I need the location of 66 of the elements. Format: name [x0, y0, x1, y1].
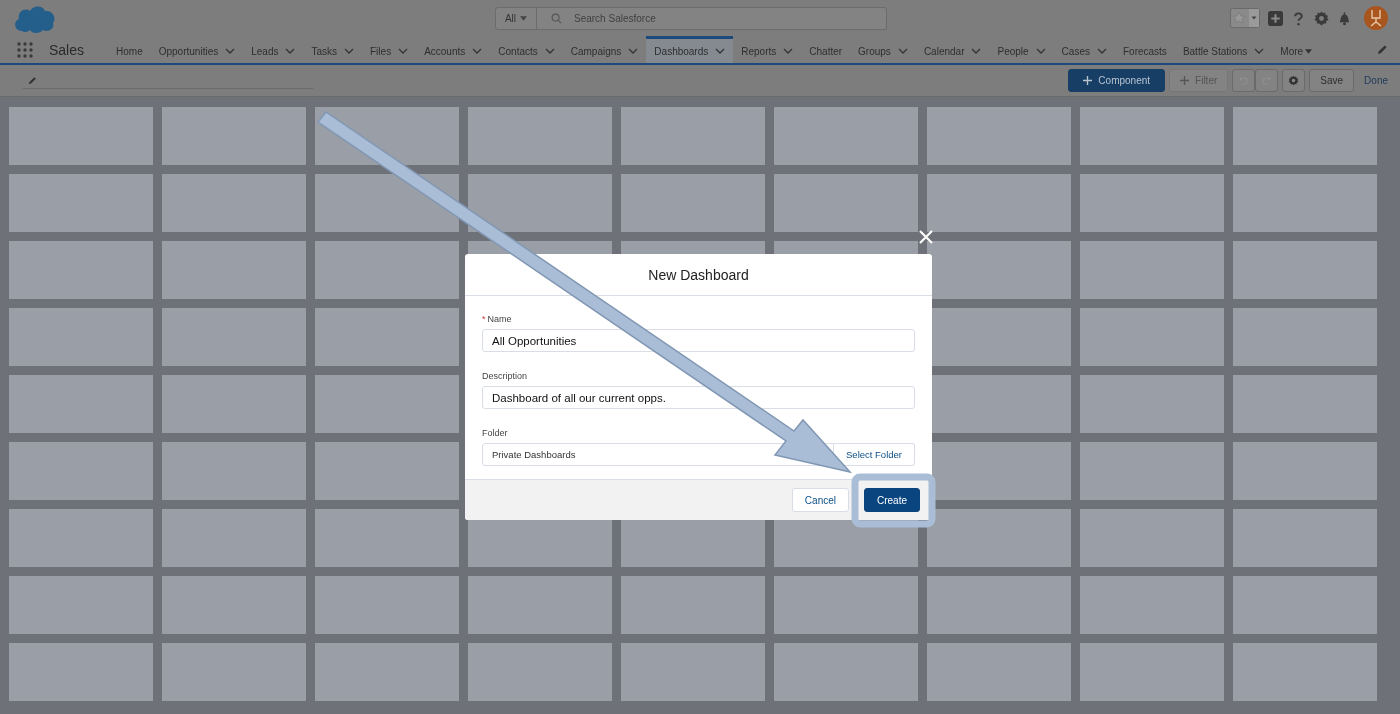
chevron-icon [715, 48, 726, 54]
field-label: Description [482, 371, 529, 381]
plus-icon [1083, 76, 1093, 85]
save-button[interactable]: Save [1309, 69, 1355, 92]
nav-tab[interactable]: More [1272, 36, 1321, 63]
close-icon[interactable] [919, 230, 933, 244]
chevron-icon [398, 48, 409, 54]
nav-tab[interactable]: Chatter [801, 36, 851, 63]
chevron-icon [971, 48, 982, 54]
nav-tab[interactable]: Reports [733, 36, 802, 63]
app-name: Sales [49, 41, 85, 58]
search-field[interactable]: Search Salesforce [537, 6, 887, 30]
nav-tab[interactable]: Leads [243, 36, 304, 63]
select-folder-button[interactable]: Select Folder [834, 443, 915, 466]
edit-nav-icon[interactable] [1377, 44, 1388, 55]
chevron-icon [285, 48, 296, 54]
chevron-icon [1096, 48, 1107, 54]
chevron-icon [1035, 48, 1046, 54]
add-icon[interactable] [1268, 10, 1283, 26]
done-button[interactable]: Done [1358, 75, 1390, 86]
help-icon[interactable] [1291, 10, 1306, 26]
app-launcher-icon[interactable] [17, 41, 33, 58]
nav-tab[interactable]: Home [108, 36, 151, 63]
nav-tab[interactable]: Campaigns [562, 36, 647, 63]
add-component-button[interactable]: Component [1068, 69, 1166, 92]
chevron-icon [472, 48, 483, 54]
gear-icon [1288, 75, 1300, 86]
plus-icon [1180, 76, 1190, 85]
chevron-icon [897, 48, 908, 54]
settings-icon[interactable] [1314, 10, 1329, 26]
nav-tab[interactable]: Cases [1053, 36, 1115, 63]
caret-icon [1305, 48, 1313, 54]
search-icon [551, 12, 562, 24]
cancel-button[interactable]: Cancel [791, 488, 849, 512]
nav-tab[interactable]: People [989, 36, 1054, 63]
nav-tab[interactable]: Opportunities [150, 36, 244, 63]
redo-button[interactable] [1255, 69, 1279, 92]
nav-tab[interactable]: Battle Stations [1174, 36, 1273, 63]
nav-tab[interactable]: Accounts [416, 36, 491, 63]
edit-title-icon[interactable] [28, 76, 37, 85]
chevron-icon [225, 48, 236, 54]
nav-tab[interactable]: Contacts [490, 36, 563, 63]
chevron-icon [1254, 48, 1265, 54]
chevron-icon [783, 48, 794, 54]
chevron-icon [544, 48, 555, 54]
search-scope-dropdown[interactable]: All [495, 6, 537, 30]
caret-icon [520, 15, 528, 21]
nav-tab[interactable]: Tasks [303, 36, 362, 63]
text-field[interactable]: All Opportunities [482, 329, 915, 352]
nav-tab[interactable]: Dashboards [646, 36, 734, 63]
nav-tab[interactable]: Forecasts [1114, 36, 1175, 63]
nav-tab[interactable]: Groups [850, 36, 916, 63]
chevron-icon [628, 48, 639, 54]
settings-button[interactable] [1282, 69, 1306, 92]
field-label: * Name [482, 314, 513, 324]
favorites-icon[interactable] [1230, 8, 1260, 28]
avatar-icon[interactable] [1364, 6, 1388, 30]
nav-tab[interactable]: Calendar [915, 36, 990, 63]
undo-button[interactable] [1232, 69, 1256, 92]
field-label: Folder [482, 428, 509, 438]
nav-tab[interactable]: Files [362, 36, 417, 63]
chevron-icon [344, 48, 354, 54]
create-button[interactable]: Create [864, 488, 920, 512]
notifications-icon[interactable] [1337, 10, 1352, 26]
text-field[interactable]: Dashboard of all our current opps. [482, 386, 915, 409]
dialog-title: New Dashboard [648, 266, 749, 283]
